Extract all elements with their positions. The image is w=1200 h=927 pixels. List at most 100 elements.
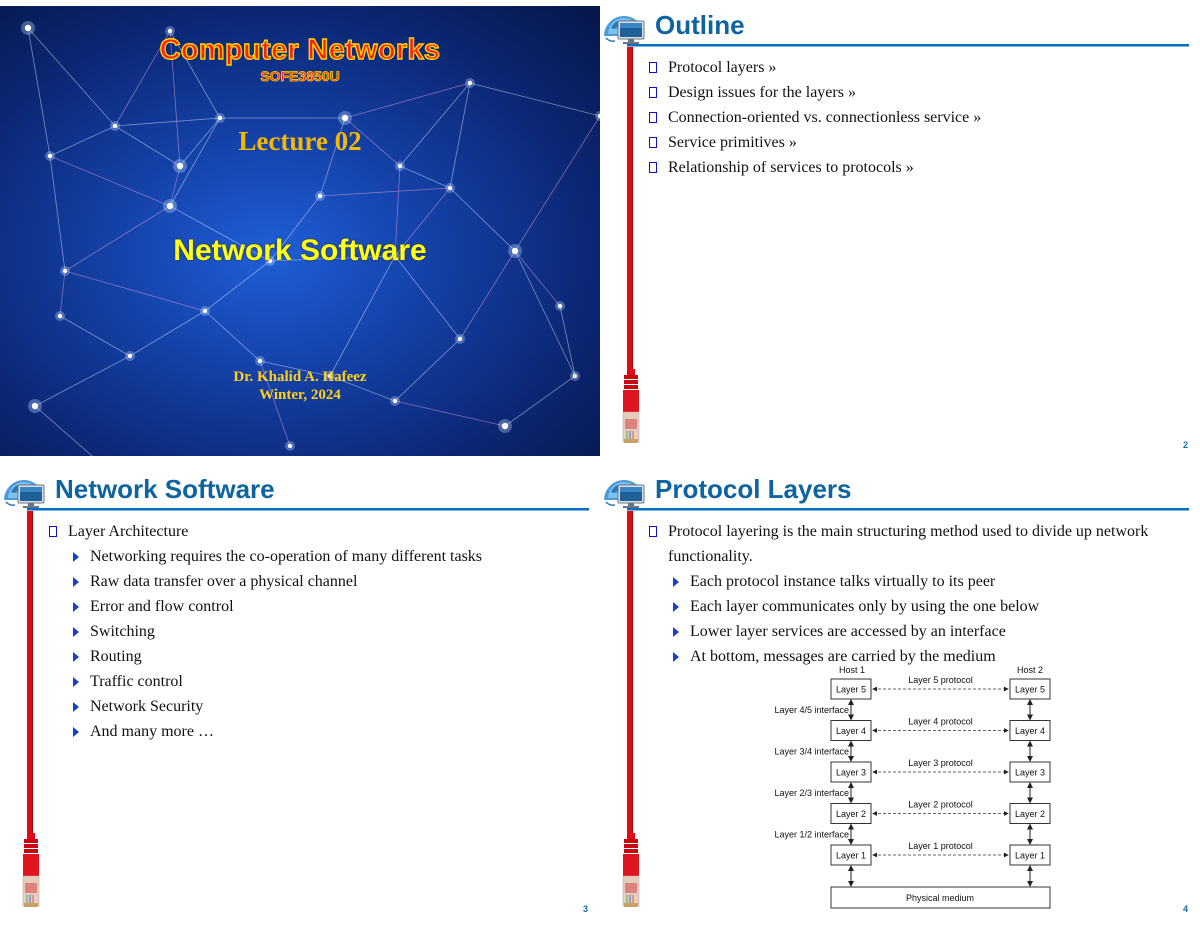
title-rule (27, 508, 589, 511)
outline-list: Protocol layers » Design issues for the … (648, 55, 1180, 180)
mesh-line (49, 155, 171, 207)
slide-3-network-software: Network Software Layer Architecture Netw… (0, 464, 600, 927)
slide-title: Network Software (55, 474, 275, 504)
hollow-square-bullet-icon (649, 162, 657, 173)
page-number: 3 (582, 904, 588, 914)
mesh-line (204, 310, 261, 362)
host2-layer-label: Layer 2 (1015, 809, 1045, 819)
mesh-line (59, 315, 131, 357)
globe-monitor-icon (604, 475, 645, 508)
sub-list-item: Lower layer services are accessed by an … (648, 619, 1180, 644)
ethernet-cable-icon (622, 369, 640, 443)
globe-monitor-icon (4, 475, 45, 508)
slide-4-protocol-layers: Protocol Layers Protocol layering is the… (600, 464, 1200, 927)
sub-list-item: Networking requires the co-operation of … (48, 544, 580, 569)
mesh-line (129, 310, 206, 357)
lecture-topic: Network Software (173, 234, 427, 267)
mesh-line (344, 82, 471, 119)
host2-layer-label: Layer 1 (1015, 851, 1045, 861)
right-triangle-bullet-icon (673, 627, 679, 637)
host2-layer-label: Layer 4 (1015, 726, 1045, 736)
slide-1-title: Computer Networks SOFE3850U Lecture 02 N… (0, 0, 600, 463)
mesh-line (59, 270, 66, 317)
mesh-line (64, 270, 206, 312)
right-triangle-bullet-icon (73, 577, 79, 587)
physical-medium-label: Physical medium (906, 893, 974, 903)
page-number: 4 (1182, 904, 1188, 914)
interface-label: Layer 1/2 interface (774, 830, 849, 840)
interface-label: Layer 2/3 interface (774, 788, 849, 798)
bullet-list: Layer Architecture Networking requires t… (48, 519, 580, 744)
list-item[interactable]: Service primitives » (648, 130, 1180, 155)
host2-layer-label: Layer 5 (1015, 685, 1045, 695)
host1-layer-label: Layer 3 (836, 768, 866, 778)
mesh-node (24, 24, 32, 32)
mesh-node (557, 303, 563, 309)
mesh-node (341, 114, 349, 122)
sub-list-item: Each protocol instance talks virtually t… (648, 569, 1180, 594)
mesh-line (559, 305, 576, 377)
mesh-node (167, 28, 173, 34)
mesh-node (457, 336, 463, 342)
ethernet-cable-icon (22, 833, 40, 907)
mesh-line (204, 260, 271, 312)
interface-label: Layer 4/5 interface (774, 705, 849, 715)
mesh-line (514, 250, 576, 377)
mesh-line (469, 82, 600, 117)
network-background-image: Computer Networks SOFE3850U Lecture 02 N… (0, 6, 600, 456)
sub-list-item: Raw data transfer over a physical channe… (48, 569, 580, 594)
mesh-node (397, 163, 403, 169)
host1-layer-label: Layer 1 (836, 851, 866, 861)
sub-list-item: Each layer communicates only by using th… (648, 594, 1180, 619)
layer-diagram-svg: Host 1 Host 2 Layer 5 Layer 5 Layer 5 prot… (774, 665, 1051, 909)
mesh-node (447, 185, 453, 191)
right-triangle-bullet-icon (73, 702, 79, 712)
host1-layer-label: Layer 4 (836, 726, 866, 736)
mesh-node (127, 353, 133, 359)
protocol-label: Layer 3 protocol (908, 758, 973, 768)
course-title: Computer Networks (159, 33, 441, 66)
list-item[interactable]: Protocol layers » (648, 55, 1180, 80)
host1-label: Host 1 (839, 665, 865, 675)
sub-list-item: Routing (48, 644, 580, 669)
mesh-line (319, 187, 451, 197)
cable-bar (627, 511, 633, 833)
mesh-node (257, 358, 263, 364)
mesh-line (399, 165, 451, 189)
bullet-list: Protocol layering is the main structurin… (648, 519, 1180, 669)
right-triangle-bullet-icon (673, 652, 679, 662)
author-name: Dr. Khalid A. Hafeez (233, 369, 367, 385)
mesh-line (394, 400, 506, 427)
mesh-node (501, 422, 509, 430)
host1-layer-label: Layer 5 (836, 685, 866, 695)
interface-label: Layer 3/4 interface (774, 747, 849, 757)
hollow-square-bullet-icon (649, 526, 657, 537)
mesh-line (114, 117, 221, 127)
hollow-square-bullet-icon (649, 62, 657, 73)
host1-layer-label: Layer 2 (836, 809, 866, 819)
mesh-node (217, 115, 223, 121)
globe-monitor-icon (604, 11, 645, 44)
slide-title: Protocol Layers (655, 474, 852, 504)
lecture-number: Lecture 02 (238, 126, 362, 156)
course-code: SOFE3850U (260, 68, 340, 85)
list-item[interactable]: Connection-oriented vs. connectionless s… (648, 105, 1180, 130)
right-triangle-bullet-icon (73, 552, 79, 562)
list-item: Layer Architecture (48, 519, 580, 544)
right-triangle-bullet-icon (73, 727, 79, 737)
hollow-square-bullet-icon (49, 526, 57, 537)
cable-bar (627, 47, 633, 369)
title-rule (627, 44, 1189, 47)
right-triangle-bullet-icon (73, 652, 79, 662)
slide-2-outline: Outline Protocol layers » Design issues … (600, 0, 1200, 463)
ethernet-cable-icon (622, 833, 640, 907)
sub-list-item: Switching (48, 619, 580, 644)
list-item[interactable]: Design issues for the layers » (648, 80, 1180, 105)
slide-title: Outline (655, 10, 745, 40)
hollow-square-bullet-icon (649, 112, 657, 123)
hollow-square-bullet-icon (649, 87, 657, 98)
mesh-node (287, 443, 293, 449)
title-rule (627, 508, 1189, 511)
list-item[interactable]: Relationship of services to protocols » (648, 155, 1180, 180)
protocol-label: Layer 2 protocol (908, 800, 973, 810)
